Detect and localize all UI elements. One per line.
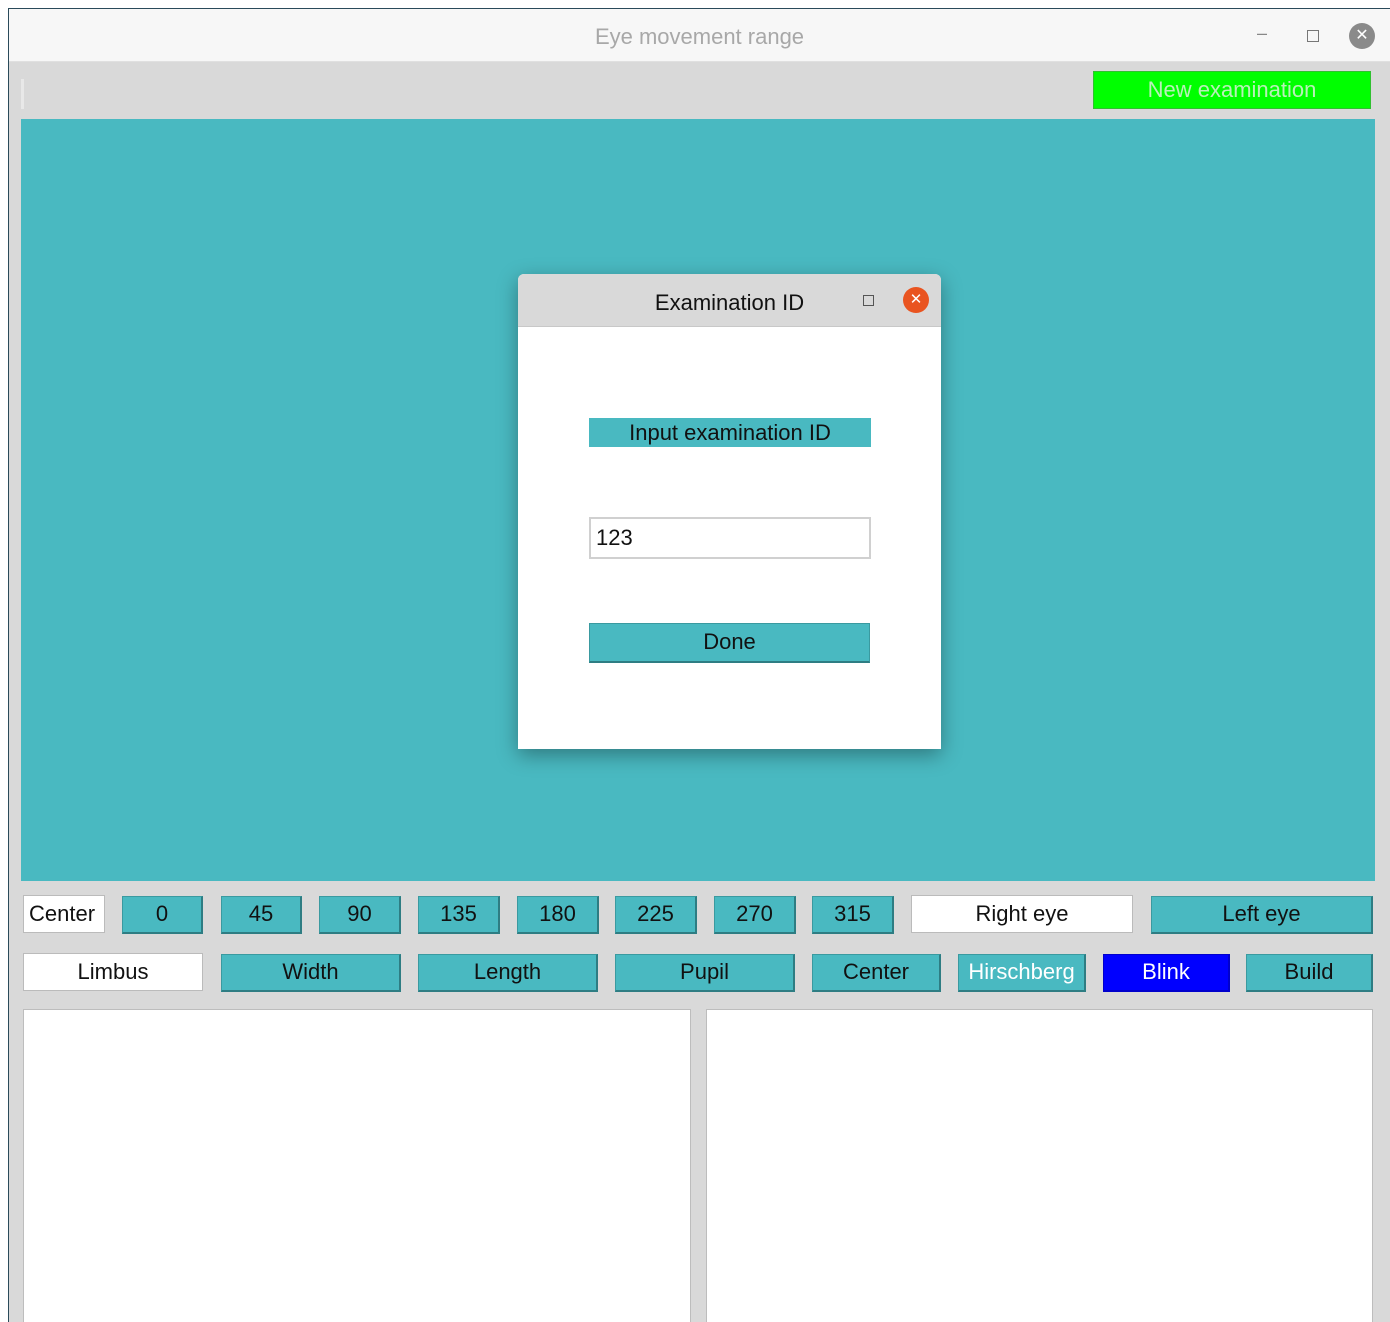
maximize-icon[interactable]	[1307, 30, 1319, 42]
hirschberg-button[interactable]: Hirschberg	[958, 954, 1086, 992]
pupil-button[interactable]: Pupil	[615, 954, 795, 992]
right-eye-button[interactable]: Right eye	[911, 895, 1133, 933]
minimize-icon[interactable]: –	[1257, 23, 1267, 44]
dialog-close-icon[interactable]: ✕	[903, 287, 929, 313]
dialog-title-bar: Examination ID ✕	[518, 274, 941, 327]
blink-button[interactable]: Blink	[1103, 954, 1230, 992]
examination-id-input[interactable]	[589, 517, 871, 559]
angle-45-button[interactable]: 45	[221, 896, 302, 934]
angle-135-button[interactable]: 135	[418, 896, 500, 934]
angle-270-button[interactable]: 270	[714, 896, 796, 934]
window-title: Eye movement range	[594, 24, 805, 49]
length-button[interactable]: Length	[418, 954, 598, 992]
right-result-panel	[706, 1009, 1373, 1322]
done-button[interactable]: Done	[589, 623, 870, 663]
left-result-panel	[23, 1009, 691, 1322]
input-examination-id-label: Input examination ID	[589, 418, 871, 447]
limbus-label: Limbus	[23, 953, 203, 991]
dialog-title: Examination ID	[654, 290, 805, 315]
examination-id-dialog: Examination ID ✕ Input examination ID Do…	[518, 274, 941, 749]
build-button[interactable]: Build	[1246, 954, 1373, 992]
dialog-maximize-icon[interactable]	[863, 295, 874, 306]
angle-180-button[interactable]: 180	[517, 896, 599, 934]
new-examination-button[interactable]: New examination	[1093, 71, 1371, 109]
angle-0-button[interactable]: 0	[122, 896, 203, 934]
center-label: Center	[23, 895, 105, 933]
left-eye-button[interactable]: Left eye	[1151, 896, 1373, 934]
angle-315-button[interactable]: 315	[812, 896, 894, 934]
title-bar: Eye movement range – ✕	[9, 9, 1390, 62]
width-button[interactable]: Width	[221, 954, 401, 992]
angle-90-button[interactable]: 90	[319, 896, 401, 934]
toolbar-separator	[21, 79, 24, 109]
close-icon[interactable]: ✕	[1349, 23, 1375, 49]
center-button[interactable]: Center	[812, 954, 941, 992]
angle-225-button[interactable]: 225	[615, 896, 697, 934]
